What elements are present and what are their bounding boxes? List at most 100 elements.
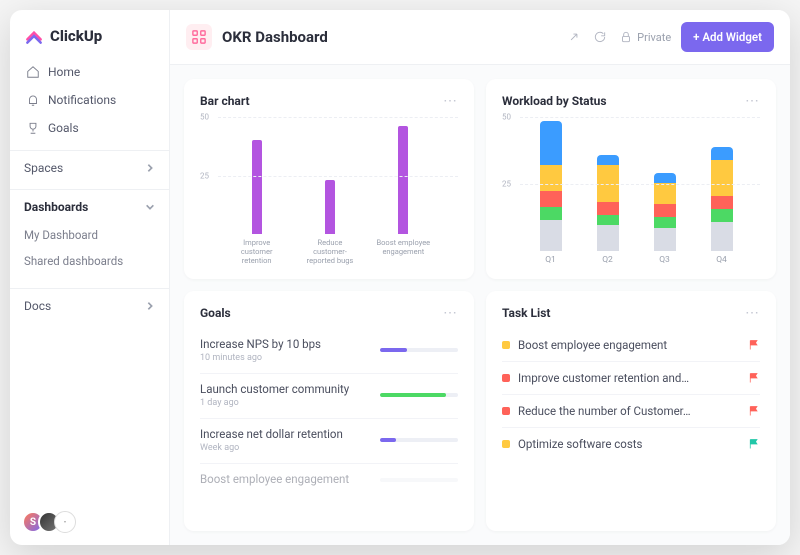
section-label: Docs xyxy=(24,299,51,313)
section-label: Spaces xyxy=(24,161,63,175)
lock-icon xyxy=(619,30,633,44)
card-workload: Workload by Status ⋯ 25 50 Q1 Q2 Q3 Q4 xyxy=(486,79,776,279)
goal-row[interactable]: Increase net dollar retention Week ago xyxy=(200,419,458,464)
logo[interactable]: ClickUp xyxy=(10,10,169,58)
flag-icon xyxy=(748,339,760,351)
card-more-button[interactable]: ⋯ xyxy=(745,305,760,321)
card-tasklist: Task List ⋯ Boost employee engagement Im… xyxy=(486,291,776,531)
logo-text: ClickUp xyxy=(50,27,102,45)
axis-tick: 50 xyxy=(200,113,209,122)
card-title: Bar chart xyxy=(200,94,250,108)
grid-icon xyxy=(192,30,206,44)
progress-bar xyxy=(380,393,458,397)
dashboard-icon xyxy=(186,24,212,50)
content-grid: Bar chart ⋯ 25 50 Improve customer retent… xyxy=(170,65,790,545)
bar[interactable] xyxy=(398,126,408,234)
section-label: Dashboards xyxy=(24,200,88,214)
nav-list: Home Notifications Goals xyxy=(10,58,169,142)
category-label: Improve customer retention xyxy=(227,238,287,265)
goal-name: Launch customer community xyxy=(200,382,370,396)
nav-home[interactable]: Home xyxy=(18,58,161,86)
card-bar-chart: Bar chart ⋯ 25 50 Improve customer retent… xyxy=(184,79,474,279)
goal-row[interactable]: Boost employee engagement xyxy=(200,464,458,498)
section-dashboards-body: My Dashboard Shared dashboards xyxy=(10,220,169,280)
refresh-icon[interactable] xyxy=(593,30,607,44)
status-dot xyxy=(502,341,510,349)
app-window: ClickUp Home Notifications Goals Spaces … xyxy=(10,10,790,545)
chevron-down-icon xyxy=(145,202,155,212)
category-label: Q3 xyxy=(659,255,670,265)
section-spaces[interactable]: Spaces xyxy=(10,150,169,181)
task-name: Improve customer retention and… xyxy=(518,371,740,385)
task-row[interactable]: Reduce the number of Customer… xyxy=(502,395,760,428)
stacked-bar[interactable] xyxy=(711,147,733,251)
goal-name: Increase net dollar retention xyxy=(200,427,370,441)
goal-row[interactable]: Increase NPS by 10 bps 10 minutes ago xyxy=(200,329,458,374)
page-title: OKR Dashboard xyxy=(222,28,557,46)
nav-label: Notifications xyxy=(48,93,116,107)
goal-row[interactable]: Launch customer community 1 day ago xyxy=(200,374,458,419)
main: OKR Dashboard Private + Add Widget Bar c… xyxy=(170,10,790,545)
goals-list: Increase NPS by 10 bps 10 minutes ago La… xyxy=(200,329,458,498)
status-dot xyxy=(502,407,510,415)
card-more-button[interactable]: ⋯ xyxy=(443,93,458,109)
category-label: Boost employee engagement xyxy=(373,238,433,265)
card-goals: Goals ⋯ Increase NPS by 10 bps 10 minute… xyxy=(184,291,474,531)
bar[interactable] xyxy=(325,180,335,234)
bar[interactable] xyxy=(252,140,262,234)
card-title: Task List xyxy=(502,306,550,320)
task-list: Boost employee engagement Improve custom… xyxy=(502,329,760,460)
stacked-bar[interactable] xyxy=(597,155,619,251)
stacked-chart: 2550 Q1Q2Q3Q4 xyxy=(502,117,760,265)
nav-notifications[interactable]: Notifications xyxy=(18,86,161,114)
nav-label: Home xyxy=(48,65,80,79)
sidebar-footer: S · xyxy=(10,499,169,545)
card-more-button[interactable]: ⋯ xyxy=(443,305,458,321)
section-dashboards[interactable]: Dashboards xyxy=(10,189,169,220)
task-row[interactable]: Optimize software costs xyxy=(502,428,760,460)
category-label: Q4 xyxy=(716,255,727,265)
flag-icon xyxy=(748,405,760,417)
sidebar-item-shared-dashboards[interactable]: Shared dashboards xyxy=(10,248,169,274)
card-title: Workload by Status xyxy=(502,94,607,108)
privacy-label: Private xyxy=(637,31,671,44)
task-name: Boost employee engagement xyxy=(518,338,740,352)
goal-name: Increase NPS by 10 bps xyxy=(200,337,370,351)
expand-icon[interactable] xyxy=(567,30,581,44)
flag-icon xyxy=(748,438,760,450)
chevron-right-icon xyxy=(145,163,155,173)
flag-icon xyxy=(748,372,760,384)
axis-tick: 25 xyxy=(200,171,209,180)
add-widget-button[interactable]: + Add Widget xyxy=(681,22,774,52)
axis-tick: 50 xyxy=(502,113,511,122)
privacy-indicator[interactable]: Private xyxy=(619,30,671,44)
home-icon xyxy=(26,65,40,79)
bell-icon xyxy=(26,93,40,107)
category-label: Q2 xyxy=(602,255,613,265)
task-row[interactable]: Improve customer retention and… xyxy=(502,362,760,395)
section-docs[interactable]: Docs xyxy=(10,288,169,319)
category-label: Q1 xyxy=(545,255,556,265)
nav-goals[interactable]: Goals xyxy=(18,114,161,142)
sidebar: ClickUp Home Notifications Goals Spaces … xyxy=(10,10,170,545)
status-dot xyxy=(502,440,510,448)
progress-bar xyxy=(380,438,458,442)
progress-bar xyxy=(380,348,458,352)
avatar-more[interactable]: · xyxy=(54,511,76,533)
category-label: Reduce customer-reported bugs xyxy=(300,238,360,265)
axis-tick: 25 xyxy=(502,180,511,189)
goal-time: Week ago xyxy=(200,443,370,453)
status-dot xyxy=(502,374,510,382)
task-row[interactable]: Boost employee engagement xyxy=(502,329,760,362)
chevron-right-icon xyxy=(145,301,155,311)
stacked-bar[interactable] xyxy=(540,121,562,251)
goal-time: 1 day ago xyxy=(200,398,370,408)
task-name: Reduce the number of Customer… xyxy=(518,404,740,418)
goal-time: 10 minutes ago xyxy=(200,353,370,363)
card-more-button[interactable]: ⋯ xyxy=(745,93,760,109)
sidebar-item-my-dashboard[interactable]: My Dashboard xyxy=(10,222,169,248)
progress-bar xyxy=(380,478,458,482)
goal-name: Boost employee engagement xyxy=(200,472,370,486)
task-name: Optimize software costs xyxy=(518,437,740,451)
card-title: Goals xyxy=(200,306,231,320)
